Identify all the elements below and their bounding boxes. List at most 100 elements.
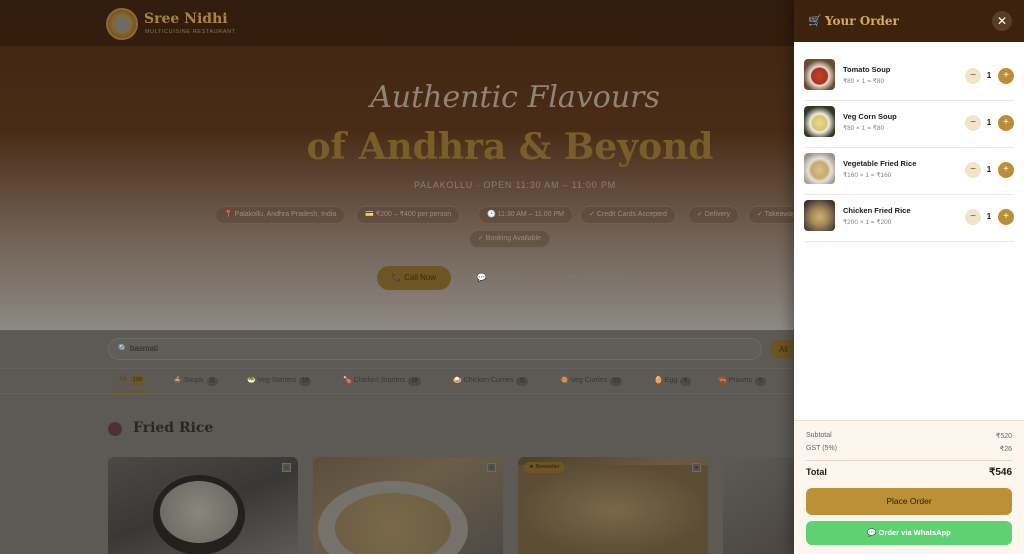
directions-button[interactable]: 🗺 Get Directions: [556, 266, 640, 290]
rice-image: [335, 493, 451, 554]
item-name: Vegetable Fried Rice: [843, 159, 917, 168]
decrease-quantity-button[interactable]: −: [965, 209, 981, 225]
veg-indicator-icon: [282, 463, 291, 472]
tab-veg-curries[interactable]: 🥘 Veg Curries 13: [560, 376, 623, 386]
rice-image: [518, 465, 708, 554]
item-thumbnail: [804, 200, 835, 231]
tab-label: Veg Starters: [257, 377, 297, 384]
decrease-quantity-button[interactable]: −: [965, 162, 981, 178]
tab-all[interactable]: All 109: [119, 376, 145, 385]
increase-quantity-button[interactable]: +: [998, 68, 1014, 84]
info-chip-location: 📍 Palakollu, Andhra Pradesh, India: [215, 206, 346, 224]
menu-item-card[interactable]: ★ Bestseller: [518, 457, 708, 554]
gst-label: GST (5%): [806, 445, 837, 452]
menu-search-input[interactable]: [108, 338, 762, 360]
tab-chicken-starters[interactable]: 🍗 Chicken Starters 18: [343, 376, 421, 386]
search-icon: 🔍: [118, 344, 128, 353]
item-price: ₹160 × 1 = ₹160: [843, 172, 892, 179]
tab-count: 12: [299, 377, 312, 386]
veg-indicator-icon: [487, 463, 496, 472]
gst-row: GST (5%) ₹26: [806, 445, 1012, 453]
menu-item-card[interactable]: [723, 457, 795, 554]
tab-count: 5: [680, 377, 692, 386]
item-name: Veg Corn Soup: [843, 112, 897, 121]
tab-count: 11: [206, 377, 219, 386]
cart-item: Chicken Fried Rice ₹200 × 1 = ₹200 − 1 +: [804, 195, 1014, 242]
item-price: ₹80 × 1 = ₹80: [843, 125, 885, 132]
tab-label: All: [119, 376, 127, 383]
tab-veg-starters[interactable]: 🥗 Veg Starters 12: [247, 376, 312, 386]
tab-label: Chicken Starters: [353, 377, 406, 384]
info-chip-price: 💳 ₹200 – ₹400 per person: [356, 206, 461, 224]
drawer-header: 🛒 Your Order ✕: [794, 0, 1024, 42]
tab-label: Egg: [664, 377, 678, 384]
item-quantity: 1: [986, 118, 992, 127]
fried-rice-icon: [108, 422, 122, 436]
search-query-text: basmati: [130, 344, 159, 353]
tab-count: 109: [129, 376, 145, 385]
decrease-quantity-button[interactable]: −: [965, 115, 981, 131]
info-chip-booking: ✓ Booking Available: [469, 230, 550, 248]
hero-title-line2: of Andhra & Beyond: [306, 126, 714, 168]
tab-label: Veg Curries: [570, 377, 608, 384]
cart-item: Vegetable Fried Rice ₹160 × 1 = ₹160 − 1…: [804, 148, 1014, 195]
rice-image: [160, 481, 238, 543]
item-thumbnail: [804, 153, 835, 184]
logo-icon[interactable]: [106, 8, 138, 40]
total-value: ₹546: [988, 467, 1012, 478]
subtotal-row: Subtotal ₹520: [806, 432, 1012, 440]
close-drawer-button[interactable]: ✕: [992, 11, 1012, 31]
tab-count: 18: [408, 377, 421, 386]
brand-name[interactable]: Sree Nidhi: [144, 11, 228, 27]
whatsapp-button[interactable]: 💬 WhatsApp: [466, 266, 536, 290]
tab-label: Prawns: [728, 377, 753, 384]
hero-subtitle: PALAKOLLU · OPEN 11:30 AM – 11:00 PM: [414, 180, 616, 190]
increase-quantity-button[interactable]: +: [998, 115, 1014, 131]
order-via-whatsapp-button[interactable]: 💬 Order via WhatsApp: [806, 521, 1012, 545]
tab-prawns[interactable]: 🦐 Prawns 5: [718, 376, 767, 386]
menu-item-card[interactable]: [313, 457, 503, 554]
item-price: ₹80 × 1 = ₹80: [843, 78, 885, 85]
non-veg-indicator-icon: [692, 463, 701, 472]
tab-count: 5: [755, 377, 767, 386]
close-icon: ✕: [996, 14, 1008, 28]
subtotal-label: Subtotal: [806, 432, 832, 439]
bestseller-badge: ★ Bestseller: [524, 462, 565, 473]
cart-item: Veg Corn Soup ₹80 × 1 = ₹80 − 1 +: [804, 101, 1014, 148]
drawer-title: Your Order: [825, 14, 899, 28]
tab-count: 11: [516, 377, 529, 386]
active-tab-indicator: [109, 391, 149, 393]
brand-tagline: MULTICUISINE RESTAURANT: [145, 29, 236, 35]
section-title: Fried Rice: [133, 420, 214, 436]
decrease-quantity-button[interactable]: −: [965, 68, 981, 84]
tab-label: Soups: [183, 377, 204, 384]
order-drawer: 🛒 Your Order ✕ Tomato Soup ₹80 × 1 = ₹80…: [794, 0, 1024, 554]
increase-quantity-button[interactable]: +: [998, 209, 1014, 225]
tab-soups[interactable]: 🍲 Soups 11: [173, 376, 219, 386]
tab-egg[interactable]: 🥚 Egg 5: [654, 376, 692, 386]
tab-chicken-curries[interactable]: 🍛 Chicken Curries 11: [453, 376, 529, 386]
item-price: ₹200 × 1 = ₹200: [843, 219, 892, 226]
item-name: Chicken Fried Rice: [843, 206, 911, 215]
item-quantity: 1: [986, 212, 992, 221]
menu-item-card[interactable]: [108, 457, 298, 554]
summary-divider: [806, 460, 1012, 461]
hero-title-line1: Authentic Flavours: [370, 80, 660, 115]
item-quantity: 1: [986, 71, 992, 80]
info-chip-hours: 🕒 11:30 AM – 11:00 PM: [478, 206, 573, 224]
tab-label: Chicken Curries: [463, 377, 514, 384]
item-thumbnail: [804, 106, 835, 137]
total-row: Total ₹546: [806, 467, 1012, 478]
cart-icon: 🛒: [808, 15, 822, 27]
place-order-button[interactable]: Place Order: [806, 488, 1012, 515]
info-chip-delivery: ✓ Delivery: [688, 206, 740, 224]
item-name: Tomato Soup: [843, 65, 891, 74]
total-label: Total: [806, 467, 827, 477]
cart-item: Tomato Soup ₹80 × 1 = ₹80 − 1 +: [804, 54, 1014, 101]
tab-count: 13: [610, 377, 623, 386]
increase-quantity-button[interactable]: +: [998, 162, 1014, 178]
item-thumbnail: [804, 59, 835, 90]
subtotal-value: ₹520: [995, 433, 1012, 440]
info-chip-cards: ✓ Credit Cards Accepted: [580, 206, 676, 224]
call-now-button[interactable]: 📞 Call Now: [377, 266, 451, 290]
